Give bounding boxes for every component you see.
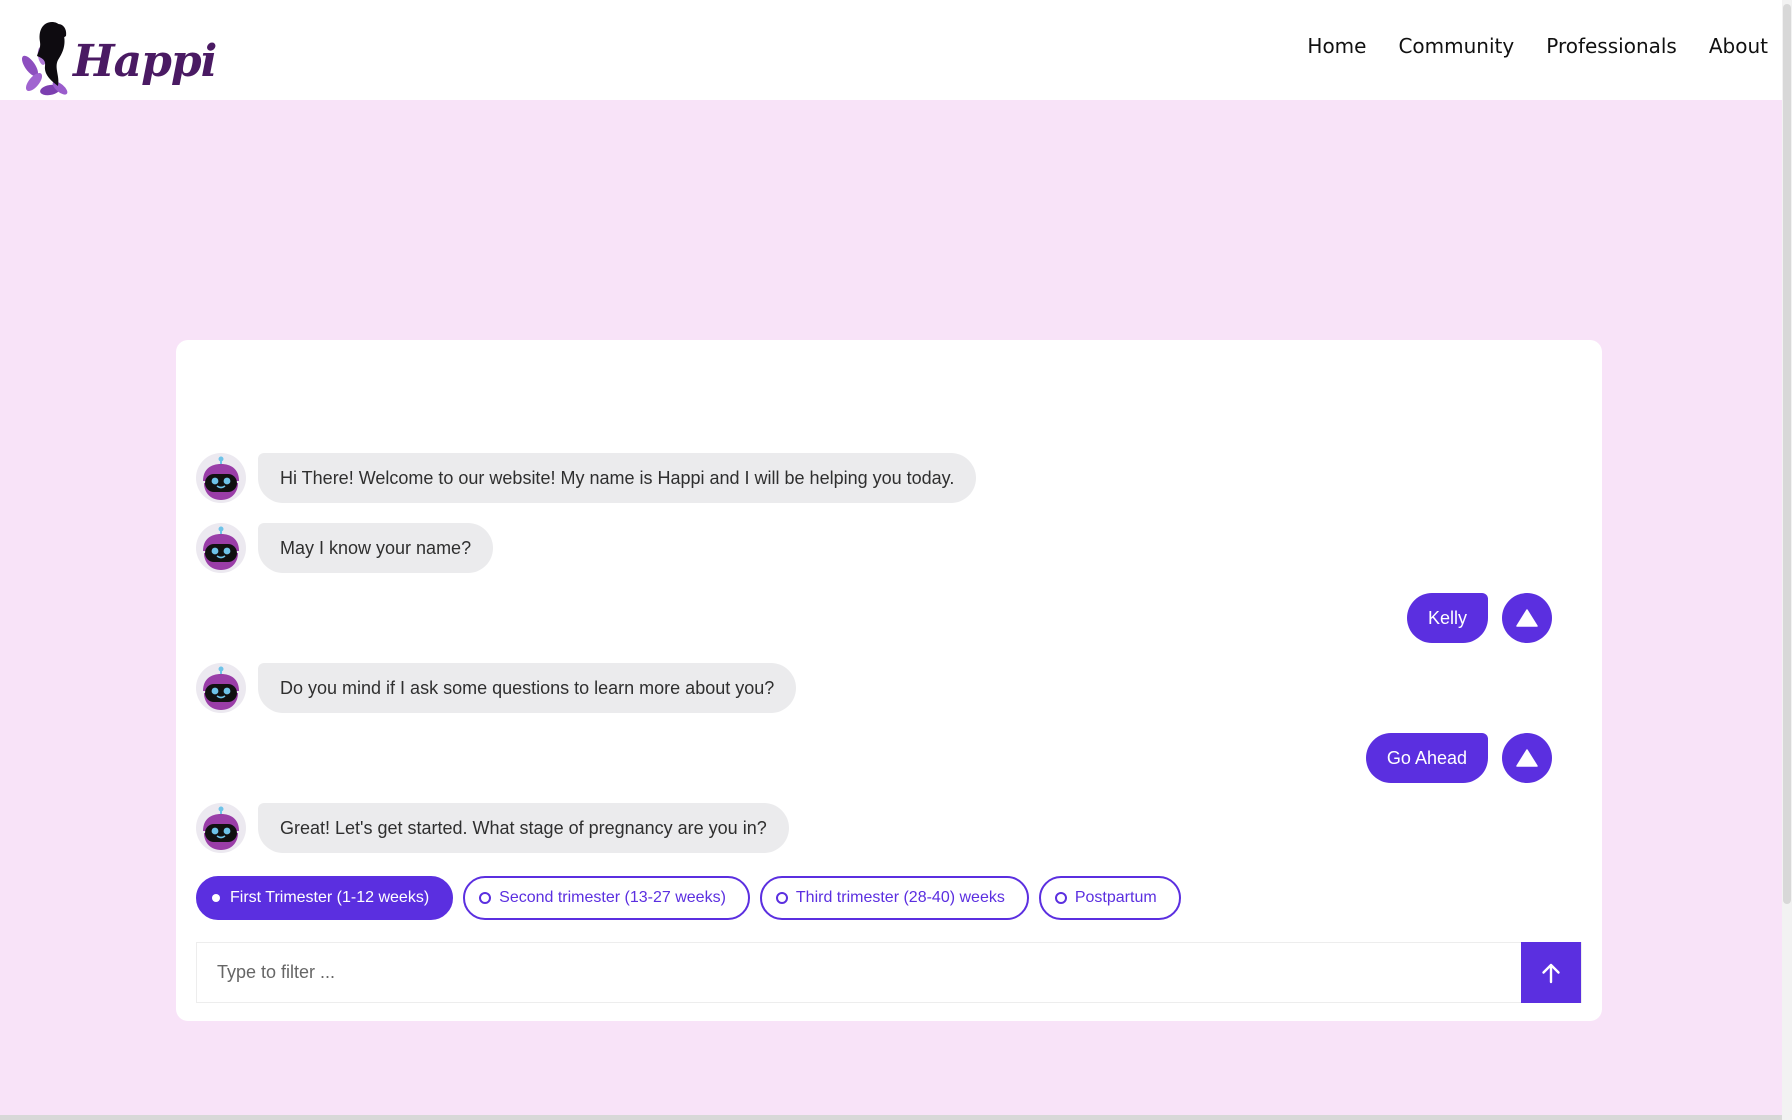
radio-empty-icon: [775, 892, 788, 904]
user-message-bubble: Kelly: [1406, 593, 1488, 643]
robot-icon: [203, 526, 239, 570]
user-avatar: [1502, 593, 1552, 643]
user-triangle-icon: [1516, 749, 1538, 767]
option-label: First Trimester (1-12 weeks): [230, 889, 430, 906]
bot-message-row: May I know your name?: [196, 523, 494, 573]
user-message-row: Go Ahead: [1365, 733, 1552, 783]
chat-input-bar: [196, 942, 1582, 1003]
option-label: Second trimester (13-27 weeks): [499, 889, 726, 906]
nav-home-link[interactable]: Home: [1307, 34, 1366, 58]
bot-message-bubble: Hi There! Welcome to our website! My nam…: [258, 453, 977, 503]
nav-about-link[interactable]: About: [1709, 34, 1768, 58]
chat-window: Hi There! Welcome to our website! My nam…: [176, 340, 1602, 1021]
option-label: Third trimester (28-40) weeks: [795, 889, 1005, 906]
option-label: Postpartum: [1074, 889, 1157, 906]
horizontal-scrollbar[interactable]: [0, 1115, 1782, 1120]
scrollbar-thumb[interactable]: [1783, 4, 1791, 904]
robot-icon: [203, 666, 239, 710]
user-message-row: Kelly: [1406, 593, 1552, 643]
robot-icon: [203, 456, 239, 500]
nav-professionals-link[interactable]: Professionals: [1546, 34, 1677, 58]
arrow-up-icon: [1542, 963, 1560, 983]
page-scrollbar[interactable]: [1782, 0, 1792, 1120]
bot-message-bubble: Do you mind if I ask some questions to l…: [258, 663, 797, 713]
option-first-trimester[interactable]: First Trimester (1-12 weeks): [196, 876, 454, 920]
stage-options: First Trimester (1-12 weeks) Second trim…: [196, 876, 1181, 920]
filter-input[interactable]: [197, 943, 1521, 1002]
bot-message-bubble: May I know your name?: [258, 523, 494, 573]
robot-icon: [203, 806, 239, 850]
option-postpartum[interactable]: Postpartum: [1038, 876, 1181, 920]
top-navbar: Happi Home Community Professionals About: [0, 0, 1782, 100]
user-avatar: [1502, 733, 1552, 783]
option-second-trimester[interactable]: Second trimester (13-27 weeks): [463, 876, 750, 920]
option-third-trimester[interactable]: Third trimester (28-40) weeks: [759, 876, 1029, 920]
user-message-bubble: Go Ahead: [1365, 733, 1488, 783]
bot-avatar: [196, 663, 246, 713]
brand-name: Happi: [73, 36, 217, 87]
radio-empty-icon: [479, 892, 492, 904]
bot-message-row: Hi There! Welcome to our website! My nam…: [196, 453, 977, 503]
bot-avatar: [196, 523, 246, 573]
bot-avatar: [196, 803, 246, 853]
send-button[interactable]: [1521, 942, 1581, 1003]
main-nav: Home Community Professionals About: [1307, 34, 1768, 58]
bot-message-row: Great! Let's get started. What stage of …: [196, 803, 789, 853]
radio-empty-icon: [1054, 892, 1067, 904]
woman-silhouette-logo-icon: [21, 22, 68, 96]
bot-avatar: [196, 453, 246, 503]
user-triangle-icon: [1516, 609, 1538, 627]
bot-message-row: Do you mind if I ask some questions to l…: [196, 663, 797, 713]
bot-message-bubble: Great! Let's get started. What stage of …: [258, 803, 789, 853]
radio-selected-icon: [212, 894, 220, 902]
nav-community-link[interactable]: Community: [1398, 34, 1514, 58]
brand-logo[interactable]: Happi: [20, 16, 217, 98]
